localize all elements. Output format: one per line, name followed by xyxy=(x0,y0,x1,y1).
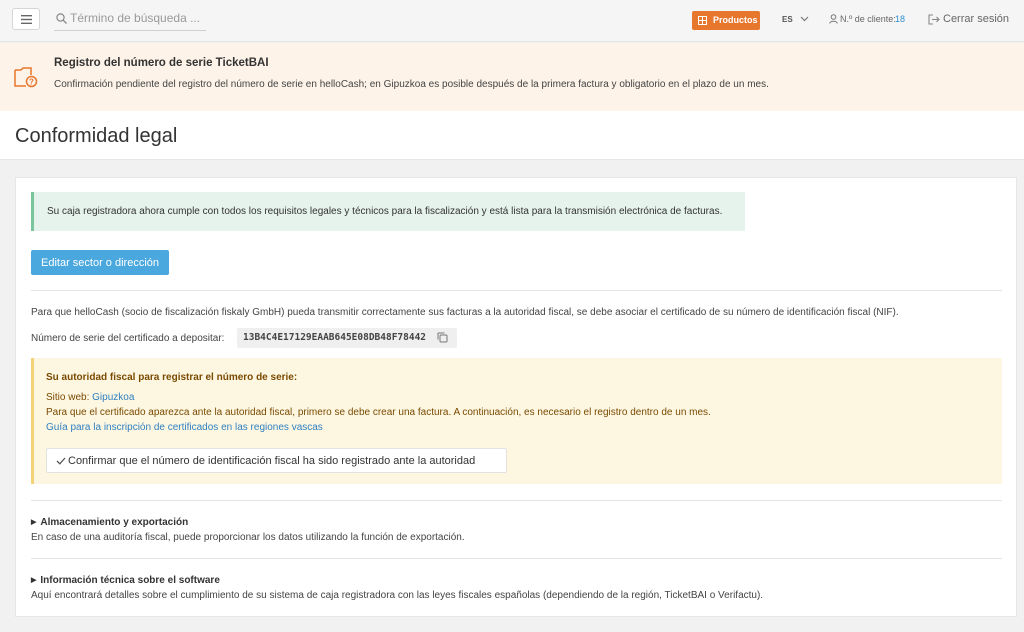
notice-title: Registro del número de serie TicketBAI xyxy=(54,57,269,69)
page-title: Conformidad legal xyxy=(15,125,178,147)
website-link[interactable]: Gipuzkoa xyxy=(92,392,134,403)
notice-text: Confirmación pendiente del registro del … xyxy=(54,79,769,90)
confirm-registration-button[interactable]: Confirmar que el número de identificació… xyxy=(46,448,507,473)
products-button[interactable]: Productos xyxy=(692,11,760,30)
section-title: Información técnica sobre el software xyxy=(40,575,220,586)
serial-number-label: Número de serie del certificado a deposi… xyxy=(31,333,225,344)
section-title: Almacenamiento y exportación xyxy=(40,517,189,528)
logout-icon xyxy=(928,14,940,25)
edit-sector-button[interactable]: Editar sector o dirección xyxy=(31,250,169,275)
serial-number-box: 13B4C4E17129EAAB645E08DB48F78442 xyxy=(237,328,457,348)
section-description: Aquí encontrará detalles sobre el cumpli… xyxy=(31,590,764,601)
ticketbai-notice: ? Registro del número de serie TicketBAI… xyxy=(0,43,1024,111)
svg-text:?: ? xyxy=(29,78,34,87)
menu-button[interactable] xyxy=(12,8,40,30)
grid-icon xyxy=(698,16,707,25)
check-icon xyxy=(56,457,66,465)
section-technical-info[interactable]: ▶ Información técnica sobre el software xyxy=(31,575,220,586)
divider xyxy=(31,500,1002,501)
divider xyxy=(31,558,1002,559)
search-box xyxy=(54,9,206,31)
success-message: Su caja registradora ahora cumple con to… xyxy=(47,206,723,217)
certificate-warning-icon: ? xyxy=(14,67,38,88)
certificate-info-text: Para que helloCash (socio de fiscalizaci… xyxy=(31,307,899,318)
serial-number-value: 13B4C4E17129EAAB645E08DB48F78442 xyxy=(243,332,427,343)
tax-authority-panel: Su autoridad fiscal para registrar el nú… xyxy=(31,358,1002,484)
hamburger-icon xyxy=(21,15,32,24)
language-selector[interactable]: ES xyxy=(782,15,793,24)
website-label: Sitio web: xyxy=(46,392,90,403)
triangle-right-icon: ▶ xyxy=(31,519,37,526)
page-header: Conformidad legal xyxy=(0,111,1024,160)
compliance-card: Su caja registradora ahora cumple con to… xyxy=(15,177,1017,617)
copy-icon[interactable] xyxy=(437,332,448,343)
search-icon xyxy=(56,13,67,24)
products-label: Productos xyxy=(713,15,758,25)
triangle-right-icon: ▶ xyxy=(31,577,37,584)
top-bar: Productos ES N.º de cliente: 18 Cerrar s… xyxy=(0,0,1024,42)
search-input[interactable] xyxy=(70,11,204,25)
section-storage-export[interactable]: ▶ Almacenamiento y exportación xyxy=(31,517,188,528)
section-description: En caso de una auditoría fiscal, puede p… xyxy=(31,532,465,543)
logout-label: Cerrar sesión xyxy=(943,13,1010,25)
website-line: Sitio web: Gipuzkoa xyxy=(46,392,134,403)
authority-note: Para que el certificado aparezca ante la… xyxy=(46,407,711,418)
confirm-registration-label: Confirmar que el número de identificació… xyxy=(68,455,476,467)
user-icon xyxy=(829,14,838,24)
customer-label: N.º de cliente: xyxy=(840,14,896,24)
tax-authority-title: Su autoridad fiscal para registrar el nú… xyxy=(46,372,298,383)
guide-link[interactable]: Guía para la inscripción de certificados… xyxy=(46,422,323,433)
success-alert: Su caja registradora ahora cumple con to… xyxy=(31,192,745,231)
customer-number-value: 18 xyxy=(895,14,906,24)
chevron-down-icon[interactable] xyxy=(800,16,809,22)
divider xyxy=(31,290,1002,291)
